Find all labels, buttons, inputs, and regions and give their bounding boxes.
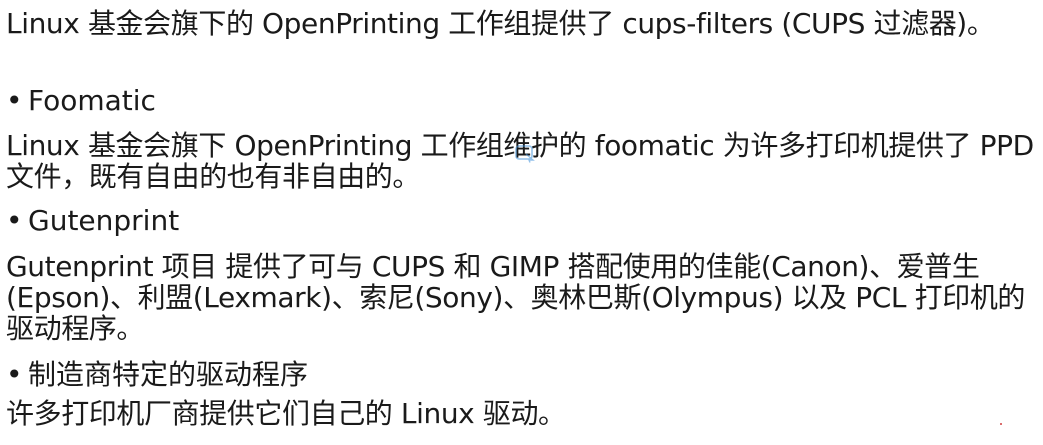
bullet-foomatic: • Foomatic [6, 84, 156, 118]
slide-content: Linux 基金会旗下的 OpenPrinting 工作组提供了 cups-fi… [0, 0, 1043, 445]
bullet-foomatic-label: Foomatic [28, 84, 156, 117]
bullet-dot: • [6, 204, 23, 237]
bullet-vendor-drivers-label: 制造商特定的驱动程序 [28, 358, 309, 391]
paragraph-vendor-drivers: 许多打印机厂商提供它们自己的 Linux 驱动。 [6, 397, 566, 430]
marker-dot [1000, 423, 1002, 425]
bullet-dot: • [6, 84, 23, 117]
bullet-dot: • [6, 358, 23, 391]
cursor-icon [515, 145, 535, 163]
bullet-vendor-drivers: • 制造商特定的驱动程序 [6, 358, 308, 392]
paragraph-cups-filters: Linux 基金会旗下的 OpenPrinting 工作组提供了 cups-fi… [6, 7, 995, 40]
bullet-gutenprint: • Gutenprint [6, 204, 179, 238]
paragraph-gutenprint: Gutenprint 项目 提供了可与 CUPS 和 GIMP 搭配使用的佳能(… [6, 250, 1026, 345]
bullet-gutenprint-label: Gutenprint [28, 204, 180, 237]
